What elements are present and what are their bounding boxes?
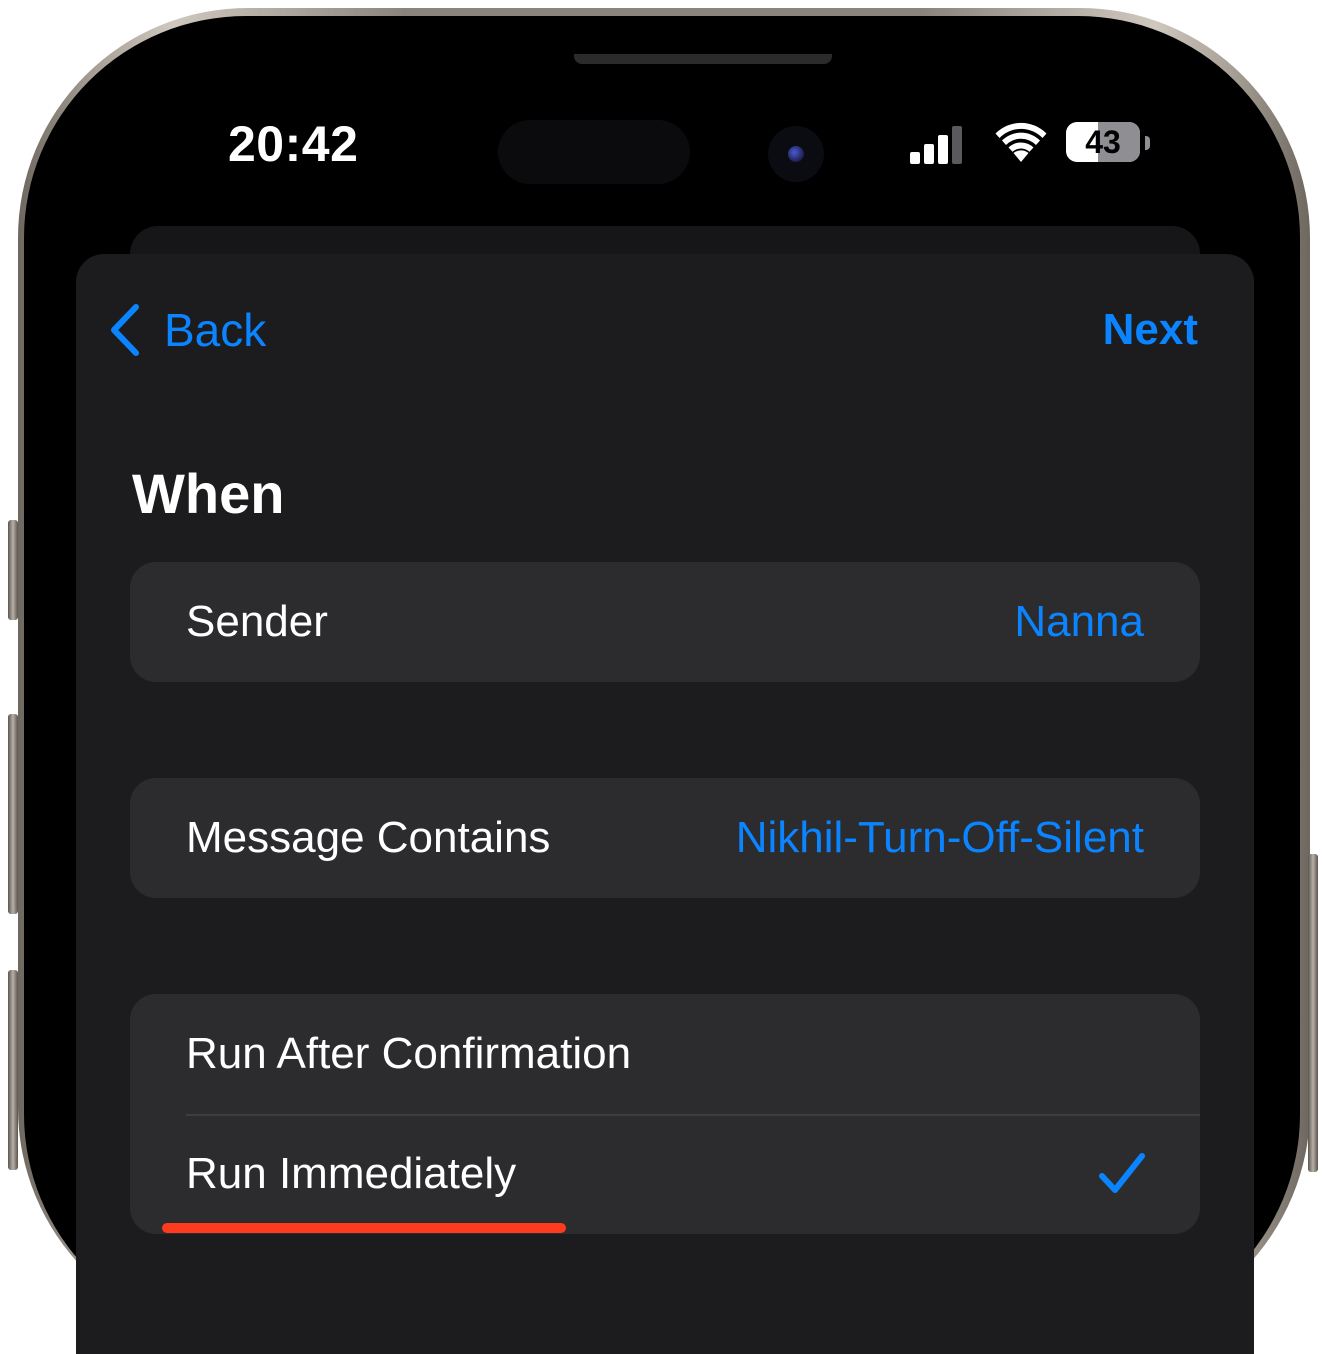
- highlight-underline: [162, 1223, 566, 1233]
- checkmark-icon: [1099, 1153, 1145, 1193]
- row-divider: [186, 1114, 1200, 1116]
- battery-icon: 43: [1066, 122, 1140, 162]
- sender-group: Sender Nanna: [130, 562, 1200, 682]
- dynamic-island: [498, 120, 690, 184]
- front-camera-icon: [768, 126, 824, 182]
- message-contains-value: Nikhil-Turn-Off-Silent: [735, 813, 1144, 862]
- run-after-confirmation-label: Run After Confirmation: [186, 1029, 632, 1078]
- run-option-row[interactable]: Run After Confirmation: [130, 994, 1200, 1114]
- cellular-signal-icon: [910, 126, 962, 164]
- side-button-volume-up: [8, 714, 18, 914]
- status-time: 20:42: [228, 116, 359, 172]
- battery-percent: 43: [1085, 124, 1121, 160]
- message-group: Message Contains Nikhil-Turn-Off-Silent: [130, 778, 1200, 898]
- back-label: Back: [164, 304, 267, 356]
- earpiece-speaker: [574, 54, 832, 64]
- battery-cap: [1145, 136, 1150, 150]
- status-icons: 43: [906, 116, 1166, 172]
- section-title: When: [132, 462, 285, 525]
- sender-value: Nanna: [1014, 597, 1144, 646]
- side-button-volume-down: [8, 970, 18, 1170]
- message-contains-row[interactable]: Message Contains Nikhil-Turn-Off-Silent: [130, 778, 1200, 898]
- sender-label: Sender: [186, 597, 328, 646]
- run-options-group: Run After Confirmation Run Immediately: [130, 994, 1200, 1234]
- run-immediately-label: Run Immediately: [186, 1149, 517, 1198]
- chevron-left-icon: [111, 304, 139, 356]
- side-button-power: [1308, 854, 1318, 1172]
- run-option-row[interactable]: Run Immediately: [130, 1114, 1200, 1234]
- wifi-icon: [995, 122, 1047, 162]
- sender-row[interactable]: Sender Nanna: [130, 562, 1200, 682]
- back-button[interactable]: Back: [108, 300, 266, 360]
- next-button[interactable]: Next: [1103, 300, 1198, 360]
- message-contains-label: Message Contains: [186, 813, 551, 862]
- side-button-silent: [8, 520, 18, 620]
